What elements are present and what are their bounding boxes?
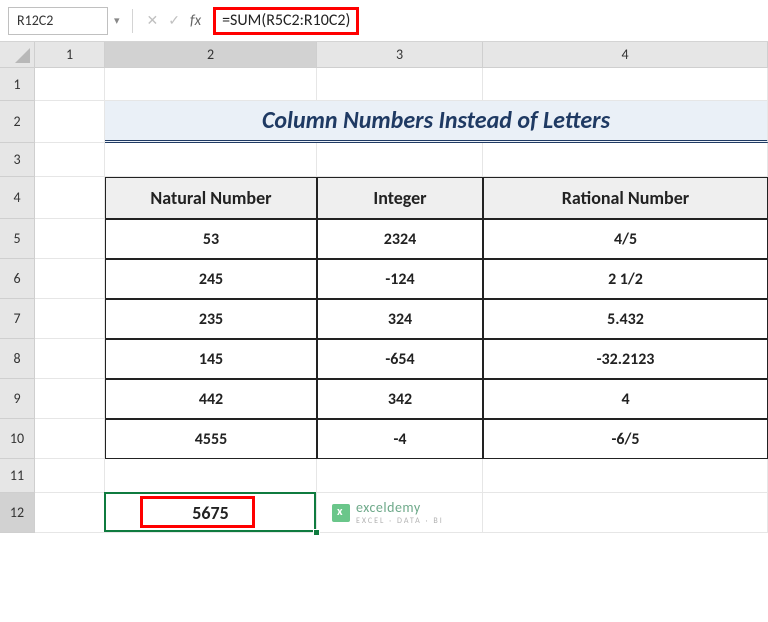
- table-header[interactable]: Integer: [317, 177, 483, 219]
- cell[interactable]: [35, 299, 105, 339]
- enter-icon[interactable]: ✓: [168, 12, 180, 29]
- cell[interactable]: [35, 339, 105, 379]
- cancel-icon[interactable]: ✕: [147, 12, 159, 29]
- table-cell[interactable]: 145: [105, 339, 317, 379]
- table-cell[interactable]: -32.2123: [483, 339, 768, 379]
- table-cell[interactable]: -124: [317, 259, 483, 299]
- row-header[interactable]: 6: [0, 259, 35, 299]
- row-header[interactable]: 11: [0, 459, 35, 493]
- row-header[interactable]: 2: [0, 101, 35, 143]
- table-cell[interactable]: 342: [317, 379, 483, 419]
- table-cell[interactable]: 324: [317, 299, 483, 339]
- cell[interactable]: [35, 68, 105, 101]
- name-box[interactable]: R12C2: [8, 7, 108, 35]
- column-header[interactable]: 1: [35, 42, 105, 68]
- watermark-tagline: EXCEL · DATA · BI: [356, 516, 444, 526]
- cell[interactable]: [483, 493, 768, 533]
- cell[interactable]: [35, 219, 105, 259]
- cell[interactable]: [317, 459, 483, 493]
- cell[interactable]: [105, 143, 317, 177]
- row-header[interactable]: 9: [0, 379, 35, 419]
- cell[interactable]: [317, 68, 483, 101]
- watermark-name: exceldemy: [356, 499, 444, 516]
- row-header[interactable]: 3: [0, 143, 35, 177]
- table-cell[interactable]: 245: [105, 259, 317, 299]
- row-header[interactable]: 7: [0, 299, 35, 339]
- row-header[interactable]: 1: [0, 68, 35, 101]
- table-cell[interactable]: 2 1/2: [483, 259, 768, 299]
- column-header[interactable]: 3: [317, 42, 483, 68]
- cell[interactable]: [35, 419, 105, 459]
- result-cell[interactable]: 5675: [105, 493, 317, 533]
- column-header[interactable]: 2: [105, 42, 317, 68]
- cell[interactable]: [35, 143, 105, 177]
- fx-icon[interactable]: fx: [190, 12, 201, 30]
- cell[interactable]: [483, 459, 768, 493]
- row-header[interactable]: 4: [0, 177, 35, 219]
- name-box-dropdown-icon[interactable]: ▾: [114, 14, 120, 27]
- logo-icon: [332, 504, 350, 522]
- table-cell[interactable]: 4: [483, 379, 768, 419]
- row-header[interactable]: 12: [0, 493, 35, 533]
- formula-input[interactable]: =SUM(R5C2:R10C2): [213, 7, 359, 35]
- cell[interactable]: [35, 459, 105, 493]
- cell[interactable]: [317, 143, 483, 177]
- fill-handle[interactable]: [313, 529, 320, 536]
- table-cell[interactable]: 442: [105, 379, 317, 419]
- divider: [132, 9, 133, 33]
- row-header[interactable]: 10: [0, 419, 35, 459]
- table-cell[interactable]: 53: [105, 219, 317, 259]
- cell[interactable]: [35, 101, 105, 143]
- formula-bar: R12C2 ▾ ✕ ✓ fx =SUM(R5C2:R10C2): [0, 0, 768, 42]
- table-cell[interactable]: -654: [317, 339, 483, 379]
- table-cell[interactable]: 4555: [105, 419, 317, 459]
- table-cell[interactable]: 5.432: [483, 299, 768, 339]
- page-title: Column Numbers Instead of Letters: [105, 101, 768, 143]
- row-header[interactable]: 8: [0, 339, 35, 379]
- table-cell[interactable]: 235: [105, 299, 317, 339]
- cell[interactable]: [35, 259, 105, 299]
- table-header[interactable]: Natural Number: [105, 177, 317, 219]
- select-all-corner[interactable]: [0, 42, 35, 68]
- cell[interactable]: [35, 177, 105, 219]
- cell[interactable]: [105, 68, 317, 101]
- table-cell[interactable]: 2324: [317, 219, 483, 259]
- cell[interactable]: [35, 493, 105, 533]
- table-cell[interactable]: -4: [317, 419, 483, 459]
- cell[interactable]: [105, 459, 317, 493]
- cell[interactable]: [483, 143, 768, 177]
- row-header[interactable]: 5: [0, 219, 35, 259]
- table-cell[interactable]: 4/5: [483, 219, 768, 259]
- cell[interactable]: [35, 379, 105, 419]
- watermark: exceldemy EXCEL · DATA · BI: [332, 499, 444, 526]
- table-cell[interactable]: -6/5: [483, 419, 768, 459]
- cell[interactable]: [483, 68, 768, 101]
- table-header[interactable]: Rational Number: [483, 177, 768, 219]
- column-header[interactable]: 4: [483, 42, 768, 68]
